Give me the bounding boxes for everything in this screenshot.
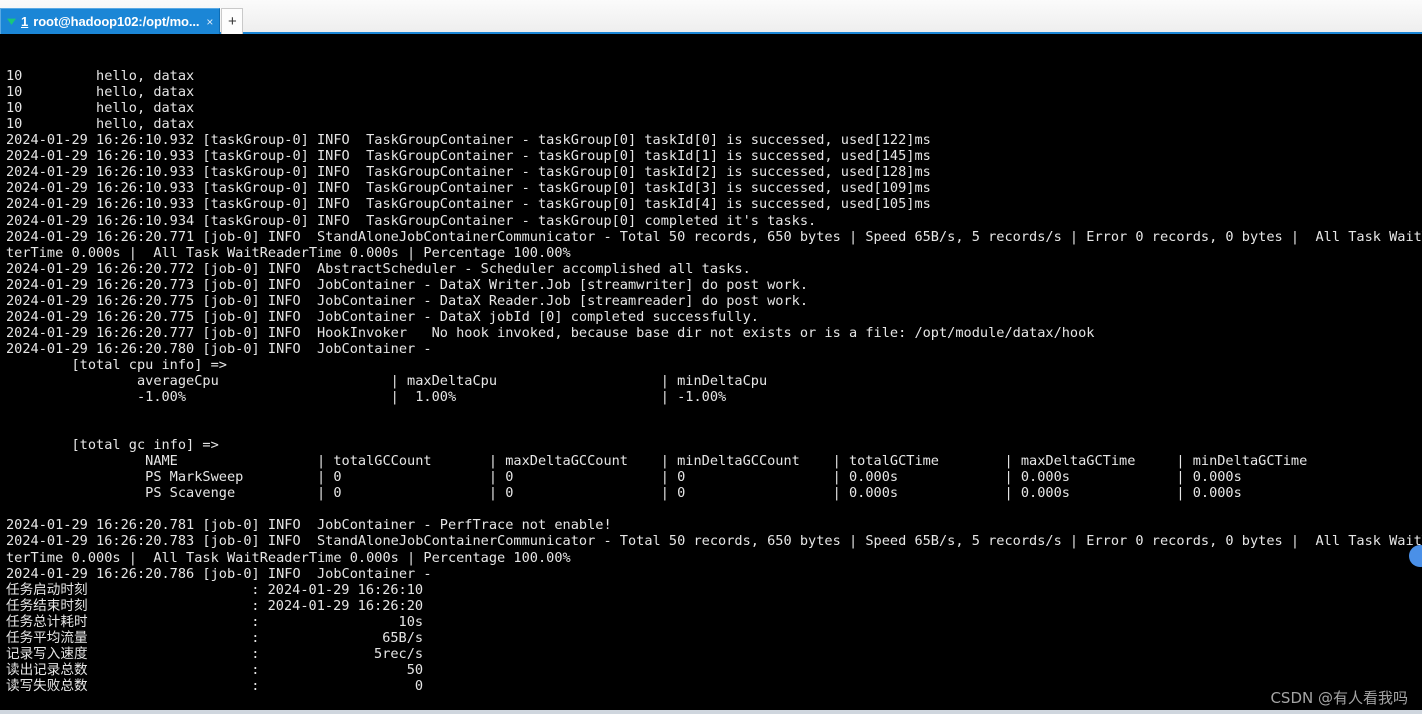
terminal-line: 2024-01-29 16:26:10.933 [taskGroup-0] IN… <box>6 164 931 181</box>
terminal-line: PS Scavenge | 0 | 0 | 0 | 0.000s | 0.000… <box>6 485 1349 502</box>
terminal-line: 2024-01-29 16:26:20.775 [job-0] INFO Job… <box>6 308 759 325</box>
terminal-line: 10 hello, datax <box>6 84 195 101</box>
terminal-line: 任务结束时刻 : 2024-01-29 16:26:20 <box>6 597 424 614</box>
tab-strip: 1 root@hadoop102:/opt/mo... × + <box>0 8 244 34</box>
terminal-line: 2024-01-29 16:26:10.933 [taskGroup-0] IN… <box>6 196 931 213</box>
terminal-line: 2024-01-29 16:26:20.780 [job-0] INFO Job… <box>6 340 440 357</box>
terminal-output[interactable]: 10 hello, datax 10 hello, datax 10 hello, … <box>0 34 1422 714</box>
tab-index-label: 1 <box>21 14 29 29</box>
watermark-label: CSDN @有人看我吗 <box>1270 689 1408 707</box>
terminal-line: 2024-01-29 16:26:20.777 [job-0] INFO Hoo… <box>6 324 1095 341</box>
triangle-marker-icon <box>7 18 16 25</box>
tab-title-label: root@hadoop102:/opt/mo... <box>33 14 200 29</box>
terminal-line: averageCpu | maxDeltaCpu | minDeltaCpu <box>6 372 931 389</box>
terminal-line: 2024-01-29 16:26:20.773 [job-0] INFO Job… <box>6 276 809 293</box>
terminal-line: 2024-01-29 16:26:10.933 [taskGroup-0] IN… <box>6 148 931 165</box>
terminal-line-list: 10 hello, datax 10 hello, datax 10 hello, … <box>6 68 1422 710</box>
terminal-line: 2024-01-29 16:26:10.934 [taskGroup-0] IN… <box>6 212 817 229</box>
terminal-line: 读写失败总数 : 0 <box>6 677 424 694</box>
terminal-line: 记录写入速度 : 5rec/s <box>6 645 424 662</box>
terminal-line: -1.00% | 1.00% | -1.00% <box>6 389 931 406</box>
new-tab-button[interactable]: + <box>221 8 244 34</box>
terminal-line: 10 hello, datax <box>6 100 195 117</box>
terminal-line: 2024-01-29 16:26:20.775 [job-0] INFO Job… <box>6 292 809 309</box>
terminal-line: terTime 0.000s | All Task WaitReaderTime… <box>6 244 571 261</box>
terminal-line: 2024-01-29 16:26:20.771 [job-0] INFO Sta… <box>6 228 1422 245</box>
terminal-line: PS MarkSweep | 0 | 0 | 0 | 0.000s | 0.00… <box>6 469 1349 486</box>
terminal-tab[interactable]: 1 root@hadoop102:/opt/mo... × <box>0 8 221 34</box>
terminal-line: 2024-01-29 16:26:20.783 [job-0] INFO Sta… <box>6 533 1422 550</box>
terminal-line: 2024-01-29 16:26:10.933 [taskGroup-0] IN… <box>6 180 931 197</box>
terminal-line: 任务平均流量 : 65B/s <box>6 629 424 646</box>
close-icon[interactable]: × <box>206 15 213 29</box>
terminal-line: [total cpu info] => <box>6 356 227 373</box>
terminal-line: 2024-01-29 16:26:10.932 [taskGroup-0] IN… <box>6 132 931 149</box>
terminal-line: terTime 0.000s | All Task WaitReaderTime… <box>6 549 571 566</box>
window-bottom-edge <box>0 710 1422 714</box>
terminal-line: 读出记录总数 : 50 <box>6 661 424 678</box>
terminal-line: [total gc info] => <box>6 437 219 454</box>
terminal-line: 10 hello, datax <box>6 68 195 85</box>
terminal-line: 2024-01-29 16:26:20.781 [job-0] INFO Job… <box>6 517 612 534</box>
terminal-line: NAME | totalGCCount | maxDeltaGCCount | … <box>6 453 1349 470</box>
terminal-line: 2024-01-29 16:26:20.786 [job-0] INFO Job… <box>6 565 440 582</box>
terminal-line: 任务总计耗时 : 10s <box>6 613 424 630</box>
window-titlebar: 1 root@hadoop102:/opt/mo... × + <box>0 0 1422 34</box>
terminal-line: 任务启动时刻 : 2024-01-29 16:26:10 <box>6 581 424 598</box>
terminal-line: 2024-01-29 16:26:20.772 [job-0] INFO Abs… <box>6 260 751 277</box>
terminal-window: 1 root@hadoop102:/opt/mo... × + 10 hello… <box>0 0 1422 714</box>
terminal-line: 10 hello, datax <box>6 116 195 133</box>
